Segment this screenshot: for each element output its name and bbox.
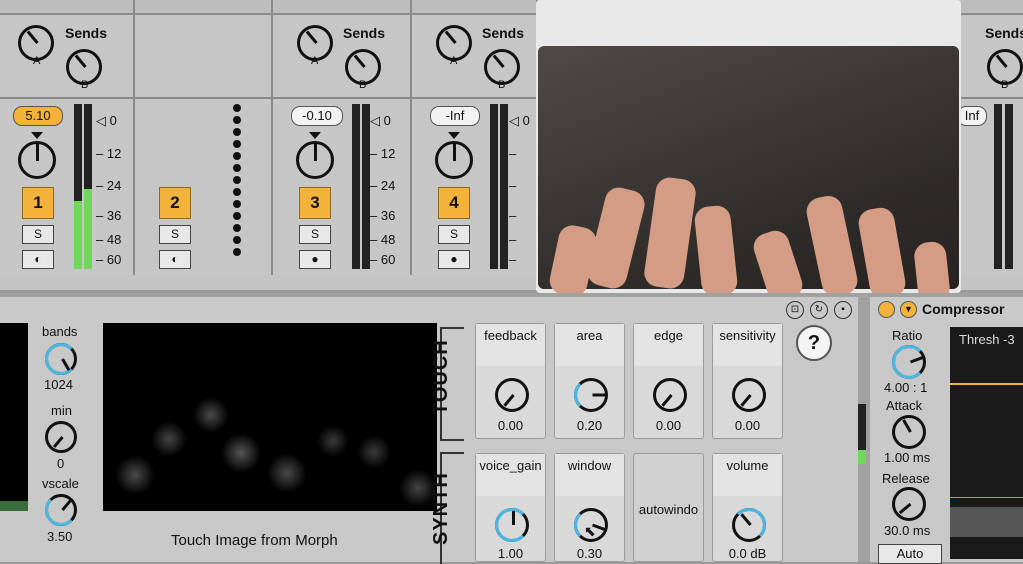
sends-label: Sends xyxy=(985,25,1023,41)
record-icon: ● xyxy=(450,252,458,266)
edge-control: edge 0.00 xyxy=(633,323,704,439)
device-power-icon[interactable] xyxy=(878,301,895,318)
pan-knob[interactable] xyxy=(18,141,56,179)
meter-scale: ◁ 0 – 12 – 24 – 36 – 48 – 60 xyxy=(370,113,396,267)
track-volume-value[interactable]: -Inf xyxy=(430,106,480,126)
attack-knob[interactable] xyxy=(892,415,926,449)
trackpad-image xyxy=(538,46,959,293)
monitor-button[interactable]: ● xyxy=(299,250,331,269)
track-volume-value[interactable]: 5.10 xyxy=(13,106,63,126)
param-value: 0 xyxy=(57,456,65,471)
solo-button[interactable]: S xyxy=(438,225,470,244)
area-control: area 0.20 xyxy=(554,323,625,439)
level-meter xyxy=(362,104,370,269)
vscale-knob[interactable] xyxy=(45,494,77,526)
monitor-icon: ◐ xyxy=(171,252,179,266)
ratio-knob[interactable] xyxy=(892,345,926,379)
level-meter xyxy=(352,104,360,269)
monitor-button[interactable]: ◐ xyxy=(22,250,54,269)
volume-control: volume 0.0 dB xyxy=(712,453,783,562)
sensitivity-control: sensitivity 0.00 xyxy=(712,323,783,439)
save-icon[interactable]: ▪ xyxy=(834,301,852,319)
auto-release-button[interactable]: Auto xyxy=(878,544,942,564)
pan-indicator-icon xyxy=(448,132,460,139)
track-volume-value[interactable]: -0.10 xyxy=(291,106,343,126)
voice-gain-control: voice_gain 1.00 xyxy=(475,453,546,562)
track-volume-value[interactable]: Inf xyxy=(957,106,987,126)
section-label-synth: SYNTH xyxy=(430,472,452,545)
volume-knob[interactable] xyxy=(732,508,766,542)
mixer-strip-4: A Sends B -Inf 4 S ● ◁ 0 – – – – – xyxy=(412,0,538,275)
feedback-knob[interactable] xyxy=(495,378,529,412)
section-label-touch: TOUCH xyxy=(430,339,452,415)
device-title: Compressor xyxy=(922,301,1005,317)
level-meter xyxy=(1005,104,1013,269)
mixer-strip-5: Sends B Inf xyxy=(957,0,1023,275)
sends-section: A Sends B xyxy=(0,15,133,99)
area-knob[interactable] xyxy=(574,378,608,412)
mixer-strip-1: A Sends B 5.10 1 S ◐ ◁ 0 – 12 – 24 – 36 … xyxy=(0,0,135,275)
level-meter xyxy=(994,104,1002,269)
sends-section: A Sends B xyxy=(412,15,536,99)
display-caption: Touch Image from Morph xyxy=(171,532,338,549)
morph-device: bands 1024 min 0 vscale 3.50 Touch Image… xyxy=(0,297,858,564)
sends-section: Sends B xyxy=(961,15,1023,99)
min-knob[interactable] xyxy=(45,421,77,453)
webcam-video-overlay xyxy=(536,0,961,293)
meter-scale: ◁ 0 – – – – – xyxy=(509,113,530,267)
param-label: bands xyxy=(42,324,78,339)
meter-scale: ◁ 0 – 12 – 24 – 36 – 48 – 60 xyxy=(96,113,122,267)
solo-button[interactable]: S xyxy=(299,225,331,244)
spectrum-view xyxy=(0,323,28,511)
level-meter xyxy=(500,104,508,269)
sends-label: Sends xyxy=(65,25,108,41)
solo-button[interactable]: S xyxy=(22,225,54,244)
level-meter xyxy=(84,104,92,269)
edit-icon[interactable]: ↻ xyxy=(810,301,828,319)
release-knob[interactable] xyxy=(892,487,926,521)
param-label: vscale xyxy=(42,476,79,491)
edge-knob[interactable] xyxy=(653,378,687,412)
monitor-button[interactable]: ◐ xyxy=(159,250,191,269)
compressor-graph[interactable]: Thresh -3 xyxy=(950,327,1023,559)
mouse-cursor-icon: ⬉ xyxy=(584,523,596,539)
autowindow-toggle[interactable]: autowindo xyxy=(633,453,704,562)
device-fold-icon[interactable]: ▼ xyxy=(900,301,917,318)
level-meter xyxy=(74,104,82,269)
touch-image-display[interactable] xyxy=(103,323,437,511)
track-activator-button[interactable]: 2 xyxy=(159,187,191,219)
track-activator-button[interactable]: 1 xyxy=(22,187,54,219)
mixer-strip-3: A Sends B -0.10 3 S ● ◁ 0 – 12 – 24 – 36… xyxy=(273,0,412,275)
pan-knob[interactable] xyxy=(296,141,334,179)
level-meter xyxy=(490,104,498,269)
sensitivity-knob[interactable] xyxy=(732,378,766,412)
help-button[interactable]: ? xyxy=(796,325,832,361)
feedback-control: feedback 0.00 xyxy=(475,323,546,439)
mixer-strip-2: 2 S ◐ xyxy=(135,0,273,275)
sends-label: Sends xyxy=(343,25,386,41)
compressor-device: ▼ Compressor Ratio 4.00 : 1 Attack 1.00 … xyxy=(870,297,1023,564)
device-output-meter xyxy=(858,404,866,464)
hot-swap-icon[interactable]: ⊡ xyxy=(786,301,804,319)
solo-button[interactable]: S xyxy=(159,225,191,244)
meter-dots xyxy=(233,104,241,260)
param-value: 1024 xyxy=(44,377,73,392)
voice-gain-knob[interactable] xyxy=(495,508,529,542)
track-activator-button[interactable]: 4 xyxy=(438,187,470,219)
sends-section: A Sends B xyxy=(273,15,410,99)
pan-knob[interactable] xyxy=(435,141,473,179)
bands-knob[interactable] xyxy=(45,343,77,375)
window-control: window 0.30 xyxy=(554,453,625,562)
monitor-button[interactable]: ● xyxy=(438,250,470,269)
sends-label: Sends xyxy=(482,25,525,41)
param-value: 3.50 xyxy=(47,529,73,544)
thresh-readout: Thresh -3 xyxy=(959,332,1015,347)
monitor-icon: ◐ xyxy=(34,252,42,266)
pan-indicator-icon xyxy=(309,132,321,139)
track-activator-button[interactable]: 3 xyxy=(299,187,331,219)
record-icon: ● xyxy=(311,252,319,266)
param-label: min xyxy=(51,403,72,418)
pan-indicator-icon xyxy=(31,132,43,139)
